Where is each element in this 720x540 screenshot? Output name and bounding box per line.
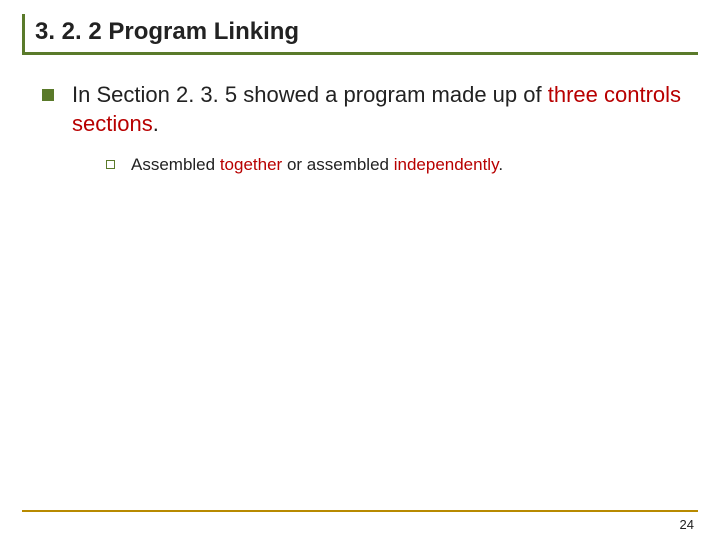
sub-text-post: . [498,155,503,174]
slide-title: 3. 2. 2 Program Linking [35,18,698,46]
sub-bullet-item: Assembled together or assembled independ… [42,154,698,177]
square-bullet-icon [42,89,54,101]
footer-divider [22,510,698,512]
sub-text-em2: independently [394,155,499,174]
page-number: 24 [680,517,694,532]
bullet-text: In Section 2. 3. 5 showed a program made… [72,81,698,138]
title-container: 3. 2. 2 Program Linking [22,14,698,55]
sub-text-pre: Assembled [131,155,220,174]
sub-bullet-text: Assembled together or assembled independ… [131,154,503,177]
bullet-text-pre: In Section 2. 3. 5 showed a program made… [72,82,548,107]
bullet-text-post: . [153,111,159,136]
sub-text-mid: or assembled [282,155,394,174]
slide: 3. 2. 2 Program Linking In Section 2. 3.… [0,0,720,540]
sub-text-em1: together [220,155,282,174]
hollow-square-bullet-icon [106,160,115,169]
bullet-item: In Section 2. 3. 5 showed a program made… [42,81,698,138]
content-area: In Section 2. 3. 5 showed a program made… [22,81,698,177]
